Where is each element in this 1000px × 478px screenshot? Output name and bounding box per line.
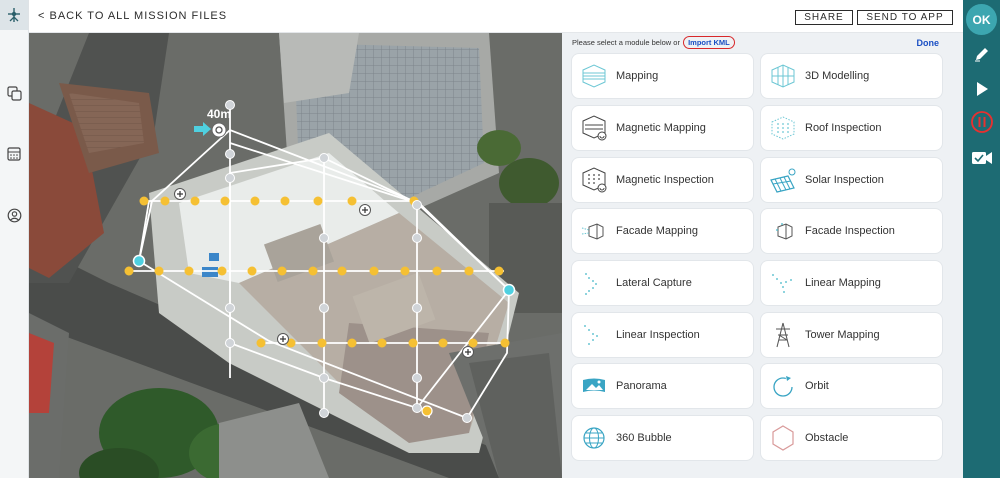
calculator-icon — [7, 147, 21, 161]
start-point-marker[interactable] — [132, 254, 146, 268]
module-linear-inspection[interactable]: Linear Inspection — [572, 313, 753, 357]
module-label: Magnetic Inspection — [616, 174, 714, 186]
module-label: Tower Mapping — [805, 329, 880, 341]
module-linear-mapping[interactable]: Linear Mapping — [761, 261, 942, 305]
module-lateral-capture[interactable]: Lateral Capture — [572, 261, 753, 305]
pause-icon — [970, 110, 993, 133]
linear-mapping-icon — [765, 266, 801, 300]
module-3d-modelling[interactable]: 3D Modelling — [761, 54, 942, 98]
module-magnetic-mapping[interactable]: Magnetic Mapping — [572, 106, 753, 150]
module-label: Linear Inspection — [616, 329, 700, 341]
magnetic-mapping-icon — [576, 111, 612, 145]
share-button[interactable]: SHARE — [795, 10, 853, 25]
ok-button[interactable]: OK — [966, 4, 997, 35]
lateral-capture-icon — [576, 266, 612, 300]
video-check-button[interactable] — [968, 144, 995, 171]
module-360-bubble[interactable]: 360 Bubble — [572, 416, 753, 460]
solar-inspection-icon — [765, 163, 801, 197]
orbit-icon — [765, 369, 801, 403]
module-prompt-text: Please select a module below or — [572, 38, 680, 47]
mapping-icon — [576, 59, 612, 93]
mission-editor: < BACK TO ALL MISSION FILES SHARE SEND T… — [0, 0, 1000, 478]
module-label: Facade Inspection — [805, 225, 895, 237]
panorama-icon — [576, 369, 612, 403]
copy-tool-button[interactable] — [3, 82, 25, 104]
import-kml-link[interactable]: Import KML — [683, 36, 735, 49]
magnetic-inspection-icon — [576, 163, 612, 197]
play-icon — [976, 81, 988, 96]
right-toolbar: OK — [963, 0, 1000, 478]
facade-inspection-icon — [765, 214, 801, 248]
module-label: 360 Bubble — [616, 432, 672, 444]
360-bubble-icon — [576, 421, 612, 455]
altitude-label: 40m — [207, 107, 231, 121]
module-label: Mapping — [616, 70, 659, 82]
module-label: Orbit — [805, 380, 829, 392]
module-label: Magnetic Mapping — [616, 122, 706, 134]
left-sidebar — [0, 0, 29, 478]
module-label: Panorama — [616, 380, 667, 392]
module-prompt: Please select a module below or Import K… — [572, 36, 735, 49]
back-to-mission-files-link[interactable]: < BACK TO ALL MISSION FILES — [38, 10, 227, 22]
module-label: Lateral Capture — [616, 277, 692, 289]
roof-inspection-icon — [765, 111, 801, 145]
module-facade-inspection[interactable]: Facade Inspection — [761, 209, 942, 253]
module-label: Solar Inspection — [805, 174, 884, 186]
done-button[interactable]: Done — [917, 38, 940, 48]
waypoint-tool-button[interactable] — [0, 0, 28, 30]
video-check-icon — [971, 151, 992, 164]
3d-modelling-icon — [765, 59, 801, 93]
obstacle-icon — [765, 421, 801, 455]
pause-button[interactable] — [968, 108, 995, 135]
module-label: Facade Mapping — [616, 225, 698, 237]
module-mapping[interactable]: Mapping — [572, 54, 753, 98]
user-icon — [7, 208, 21, 222]
calculator-tool-button[interactable] — [3, 143, 25, 165]
map-canvas[interactable]: 40m — [29, 33, 562, 478]
module-roof-inspection[interactable]: Roof Inspection — [761, 106, 942, 150]
module-label: 3D Modelling — [805, 70, 870, 82]
play-button[interactable] — [968, 75, 995, 102]
copy-icon — [6, 85, 22, 101]
module-tower-mapping[interactable]: Tower Mapping — [761, 313, 942, 357]
module-obstacle[interactable]: Obstacle — [761, 416, 942, 460]
facade-mapping-icon — [576, 214, 612, 248]
module-magnetic-inspection[interactable]: Magnetic Inspection — [572, 158, 753, 202]
tower-mapping-icon — [765, 318, 801, 352]
waypoint-icon — [8, 8, 20, 22]
module-label: Linear Mapping — [805, 277, 881, 289]
module-orbit[interactable]: Orbit — [761, 364, 942, 408]
module-label: Obstacle — [805, 432, 849, 444]
user-tool-button[interactable] — [3, 204, 25, 226]
module-facade-mapping[interactable]: Facade Mapping — [572, 209, 753, 253]
linear-inspection-icon — [576, 318, 612, 352]
module-solar-inspection[interactable]: Solar Inspection — [761, 158, 942, 202]
end-point-marker[interactable] — [502, 283, 516, 297]
top-bar: < BACK TO ALL MISSION FILES SHARE SEND T… — [29, 0, 963, 33]
pencil-icon — [974, 47, 988, 61]
module-panorama[interactable]: Panorama — [572, 364, 753, 408]
module-label: Roof Inspection — [805, 122, 882, 134]
satellite-map[interactable]: 40m — [29, 33, 562, 478]
draw-tool-button[interactable] — [968, 40, 995, 67]
send-to-app-button[interactable]: SEND TO APP — [857, 10, 953, 25]
module-panel: Please select a module below or Import K… — [562, 33, 963, 478]
